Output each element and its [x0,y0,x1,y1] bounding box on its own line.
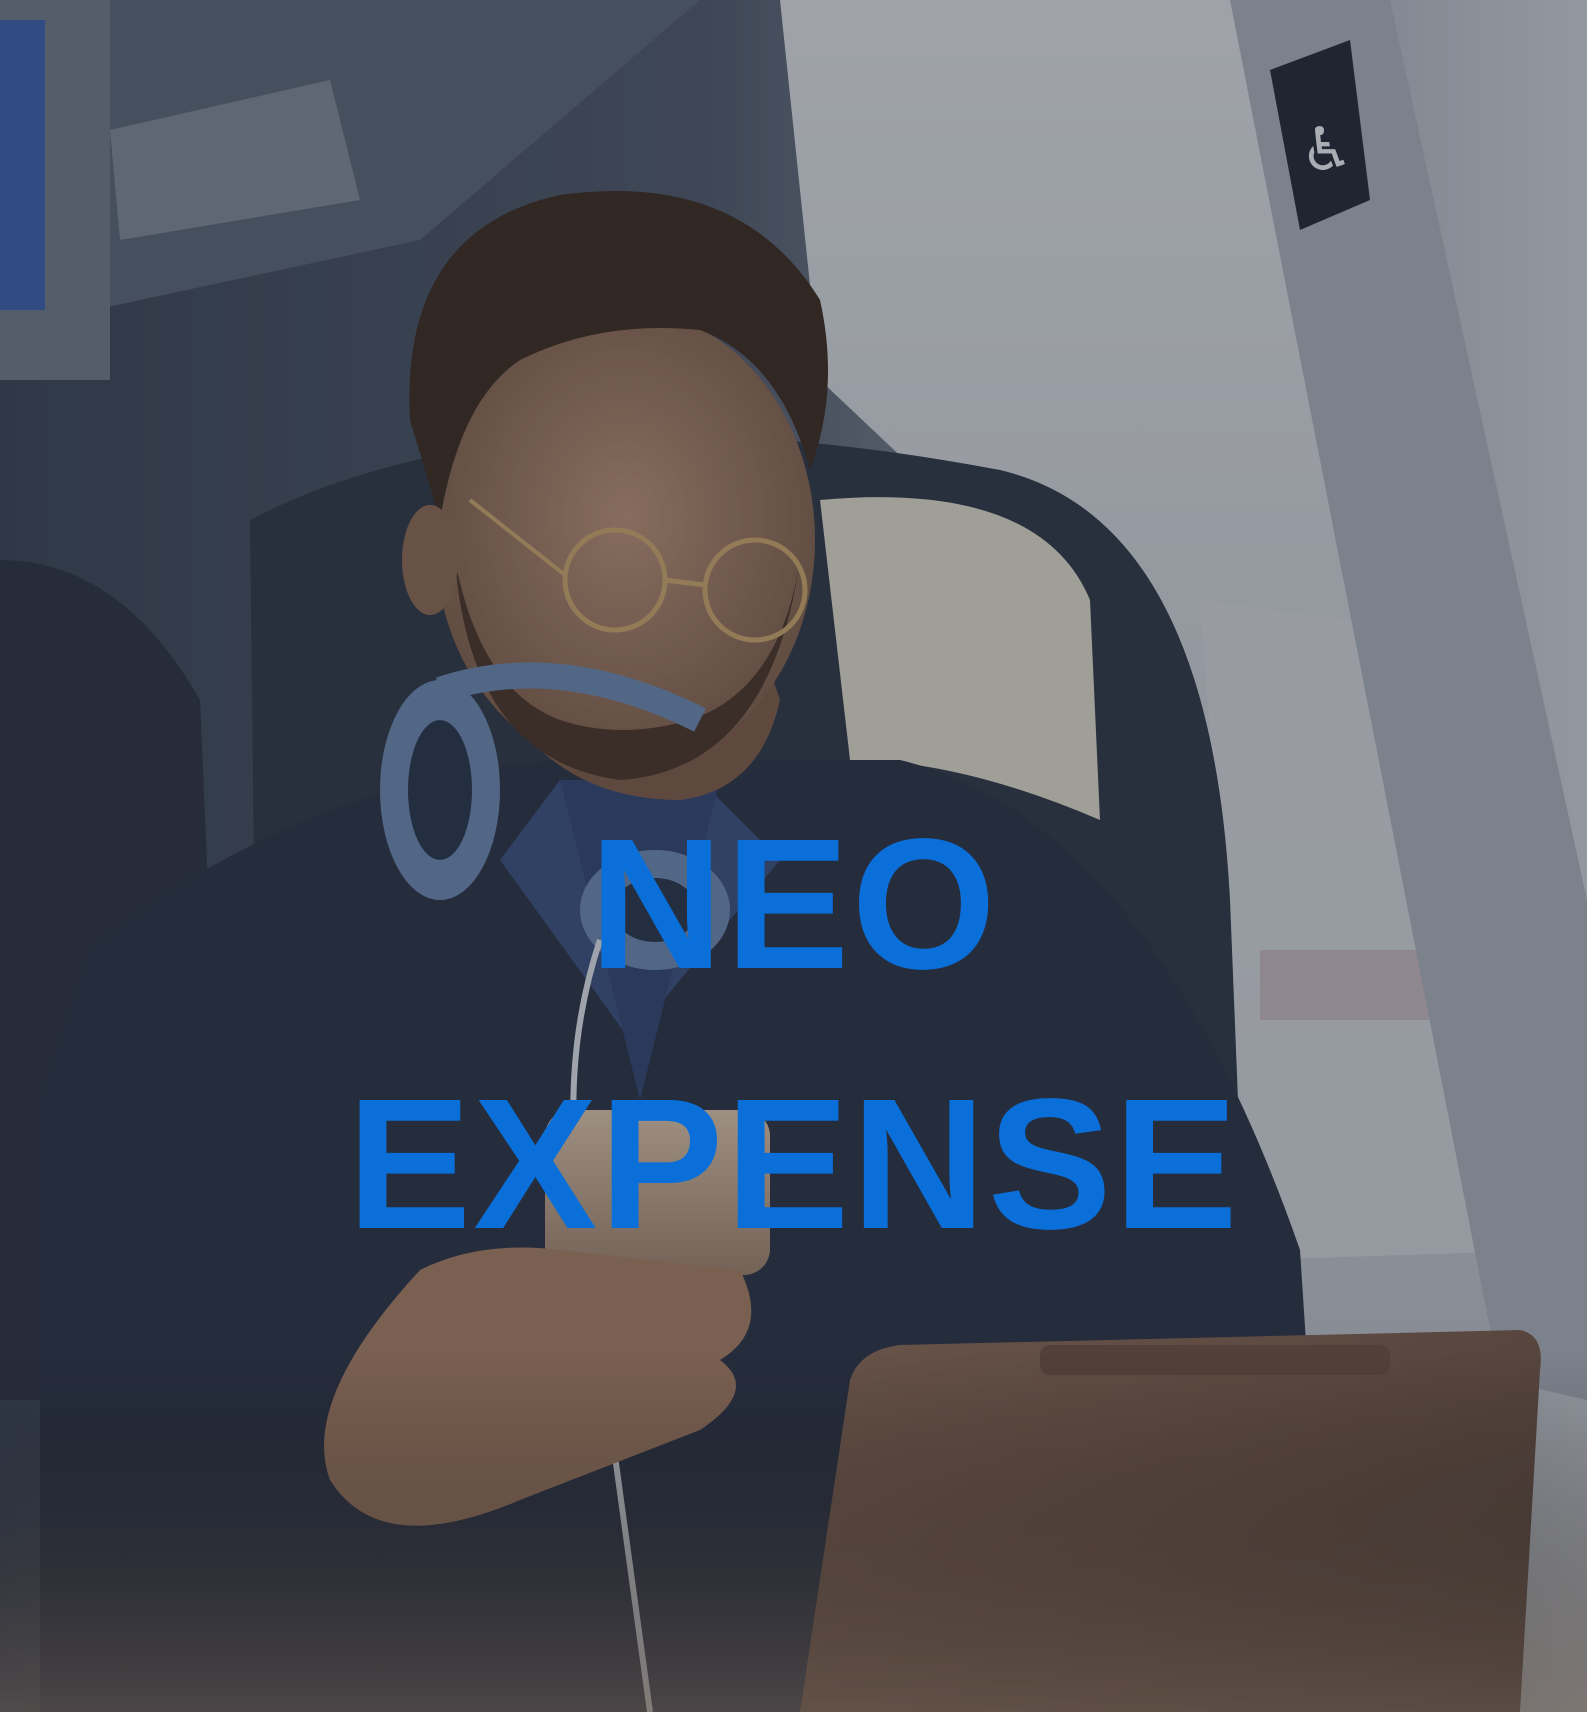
headline-line-1: NEO [588,801,999,1008]
brand-headline: NEO EXPENSE [0,775,1587,1295]
hero-banner: ♿ NEO EXPENSE [0,0,1587,1712]
headline-line-2: EXPENSE [347,1061,1240,1268]
